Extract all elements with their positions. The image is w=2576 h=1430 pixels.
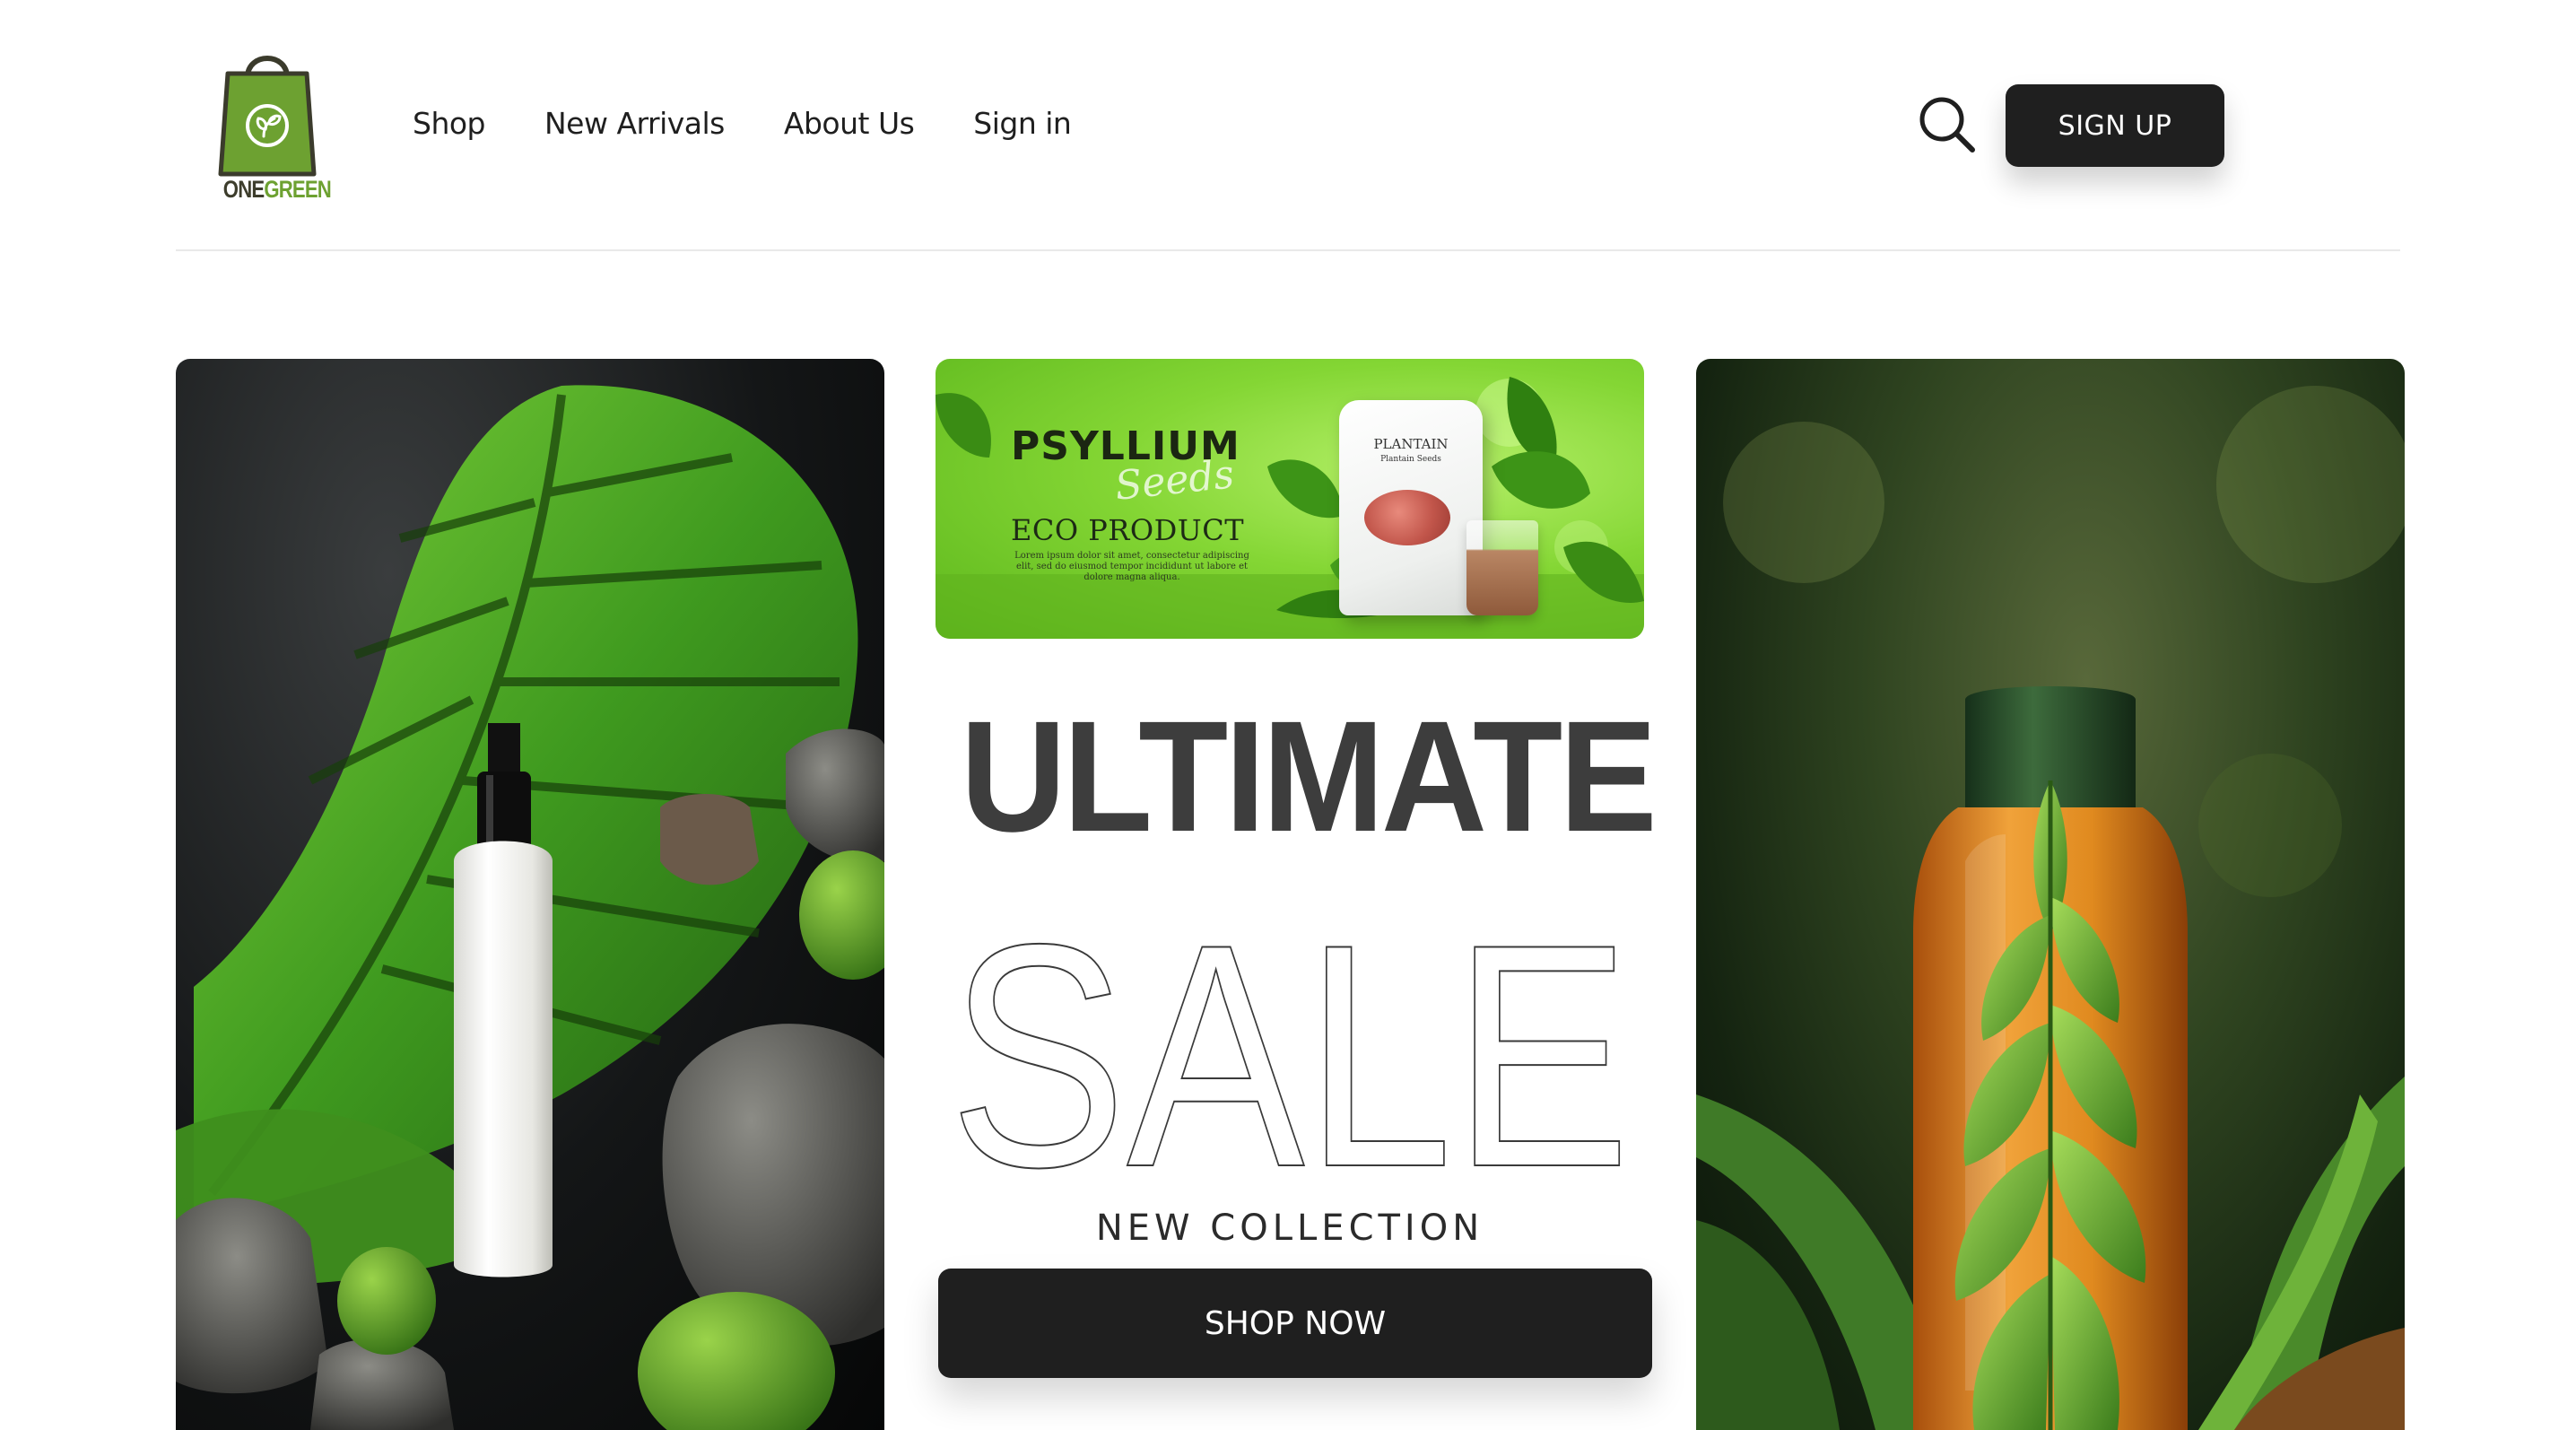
banner-body-text: Lorem ipsum dolor sit amet, consectetur … <box>1014 551 1249 582</box>
promo-banner-psyllium[interactable]: PSYLLIUM Seeds ECO PRODUCT Lorem ipsum d… <box>936 359 1644 639</box>
sale-outline-text: SALE <box>948 878 1632 1234</box>
site-header: ONEGREEN Shop New Arrivals About Us Sign… <box>176 0 2400 251</box>
serum-bottle-leaf-illustration <box>176 385 884 1430</box>
nav-item-new-arrivals[interactable]: New Arrivals <box>544 106 725 141</box>
nav-item-about-us[interactable]: About Us <box>784 106 915 141</box>
brand-logo[interactable]: ONEGREEN <box>213 47 332 206</box>
nav-item-shop[interactable]: Shop <box>413 106 486 141</box>
nav-item-sign-in[interactable]: Sign in <box>973 106 1072 141</box>
shopping-bag-logo-icon <box>218 56 317 177</box>
drink-glass-image <box>1466 520 1538 615</box>
banner-subtitle: ECO PRODUCT <box>1011 513 1245 547</box>
brand-wordmark-one: ONE <box>222 176 265 203</box>
shop-now-button[interactable]: SHOP NOW <box>938 1269 1652 1378</box>
sign-up-button[interactable]: SIGN UP <box>2006 84 2224 167</box>
pouch-subtitle: Plantain Seeds <box>1380 455 1441 464</box>
search-button[interactable] <box>1914 92 1980 158</box>
brand-wordmark: ONEGREEN <box>222 176 332 204</box>
hero-headline: ULTIMATE <box>960 689 1658 865</box>
brand-wordmark-green: GREEN <box>264 176 331 203</box>
pouch-seeds-image <box>1364 490 1450 545</box>
hero-image-right <box>1696 359 2405 1430</box>
product-pouch: PLANTAIN Plantain Seeds <box>1339 400 1483 615</box>
amber-bottle-herb-illustration <box>1696 386 2405 1430</box>
pouch-title: PLANTAIN <box>1373 436 1449 452</box>
hero-image-left <box>176 359 884 1430</box>
search-icon <box>1919 97 1975 153</box>
main-nav: Shop New Arrivals About Us Sign in <box>413 106 1130 141</box>
sale-outline-glyphs: SALE <box>949 911 1631 1181</box>
pouch-label: PLANTAIN Plantain Seeds <box>1339 438 1483 466</box>
hero-sale-outline: SALE <box>936 878 1644 1234</box>
hero-tagline: NEW COLLECTION <box>1095 1208 1484 1249</box>
